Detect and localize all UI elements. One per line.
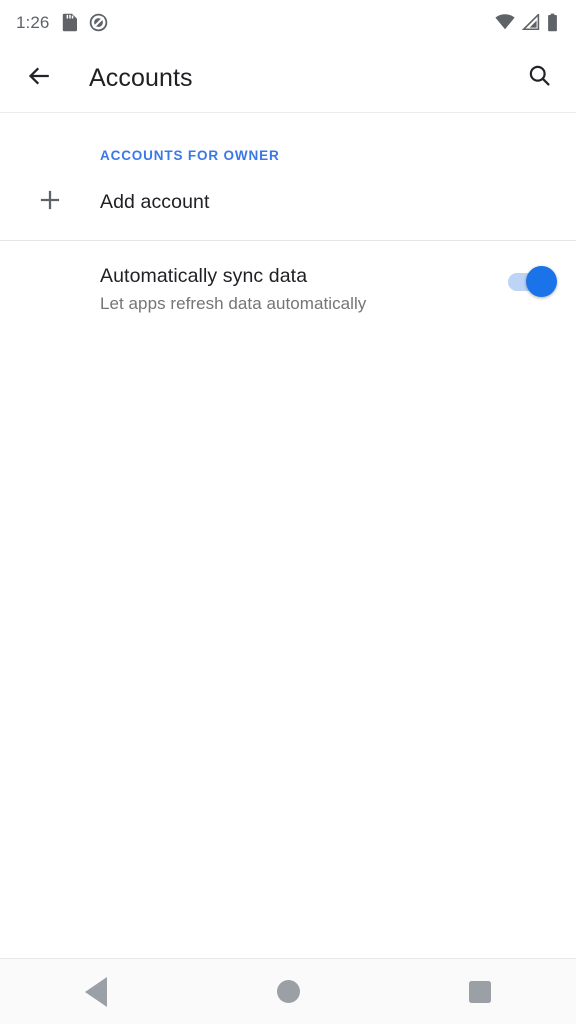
toggle-thumb bbox=[526, 265, 557, 297]
plus-icon bbox=[37, 187, 63, 218]
search-icon bbox=[527, 63, 552, 93]
status-bar-clock: 1:26 bbox=[16, 12, 50, 32]
settings-content: ACCOUNTS FOR OWNER Add account Automatic… bbox=[0, 113, 576, 338]
nav-recents-button[interactable] bbox=[384, 959, 576, 1024]
arrow-back-icon bbox=[26, 63, 52, 94]
battery-icon bbox=[547, 13, 558, 32]
nav-back-button[interactable] bbox=[0, 959, 192, 1024]
back-triangle-icon bbox=[85, 976, 107, 1007]
status-bar-right bbox=[495, 13, 562, 32]
wifi-icon bbox=[495, 14, 515, 30]
toggle-switch-on[interactable] bbox=[508, 265, 557, 297]
list-item-auto-sync-data[interactable]: Automatically sync data Let apps refresh… bbox=[0, 241, 576, 338]
add-account-icon-slot bbox=[0, 187, 100, 218]
back-button[interactable] bbox=[15, 54, 63, 102]
auto-sync-toggle[interactable] bbox=[486, 265, 576, 297]
home-circle-icon bbox=[276, 980, 300, 1003]
auto-sync-text-group: Automatically sync data Let apps refresh… bbox=[0, 265, 486, 314]
system-navigation-bar bbox=[0, 958, 576, 1024]
sd-card-icon bbox=[61, 13, 78, 32]
page-title: Accounts bbox=[89, 63, 193, 92]
status-bar-left: 1:26 bbox=[14, 13, 108, 32]
cellular-signal-icon bbox=[522, 14, 540, 30]
sync-disabled-icon bbox=[89, 13, 108, 32]
recents-square-icon bbox=[469, 980, 491, 1003]
nav-home-button[interactable] bbox=[192, 959, 384, 1024]
status-bar: 1:26 bbox=[0, 0, 576, 44]
list-item-add-account[interactable]: Add account bbox=[0, 163, 576, 240]
app-bar: Accounts bbox=[0, 44, 576, 112]
add-account-label: Add account bbox=[100, 190, 210, 213]
section-header-accounts-for-owner: ACCOUNTS FOR OWNER bbox=[100, 148, 280, 163]
auto-sync-subtitle: Let apps refresh data automatically bbox=[100, 293, 367, 313]
auto-sync-title: Automatically sync data bbox=[100, 264, 308, 287]
search-button[interactable] bbox=[515, 54, 563, 102]
